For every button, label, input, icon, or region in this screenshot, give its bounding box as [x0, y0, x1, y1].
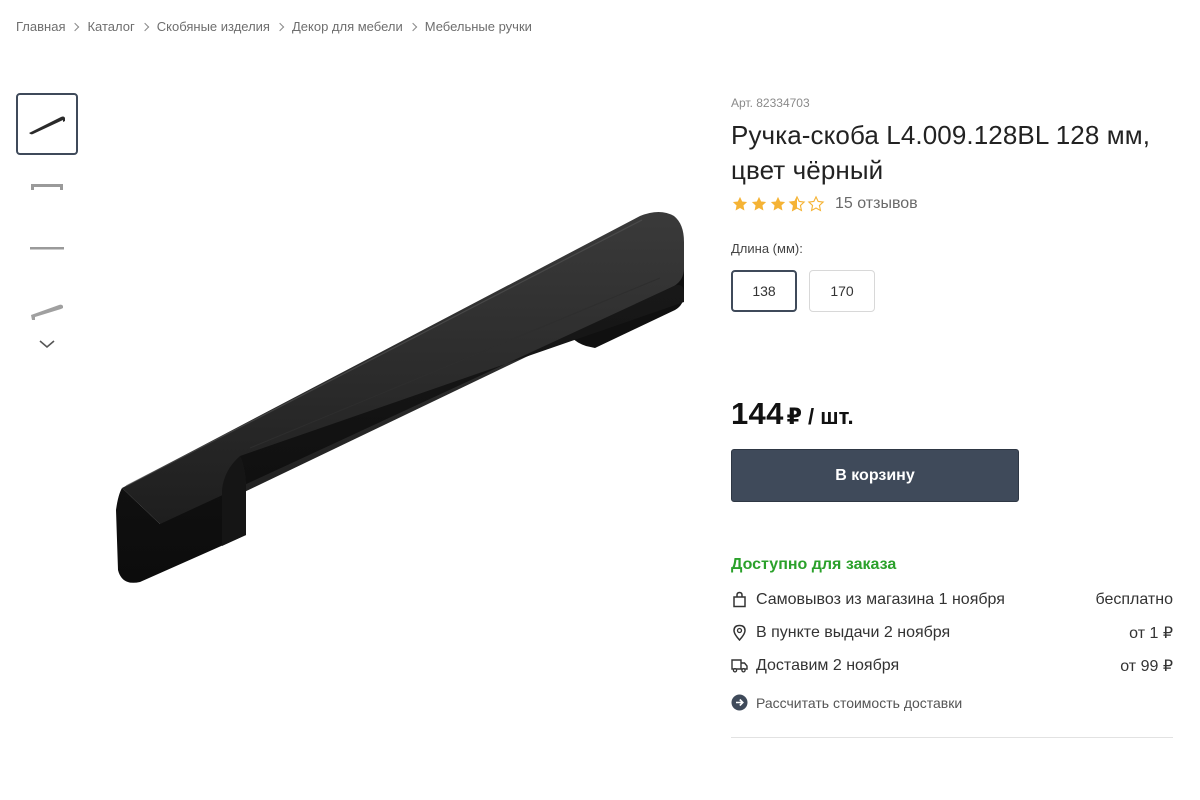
delivery-row-pickup-point: В пункте выдачи 2 ноября от 1 ₽: [731, 616, 1173, 649]
breadcrumb: Главная Каталог Скобяные изделия Декор д…: [16, 19, 532, 34]
price-amount: 144: [731, 396, 784, 431]
shopping-bag-icon: [731, 591, 748, 609]
calculate-delivery-label: Рассчитать стоимость доставки: [756, 694, 963, 711]
rating-stars: [731, 195, 826, 213]
price-unit: ₽ / шт.: [786, 404, 854, 429]
thumbnail-2[interactable]: [16, 155, 78, 217]
map-pin-icon: [731, 624, 748, 642]
product-title-line-2: цвет чёрный: [731, 155, 884, 185]
breadcrumb-hardware[interactable]: Скобяные изделия: [157, 19, 270, 34]
add-to-cart-button[interactable]: В корзину: [731, 449, 1019, 502]
product-main-image[interactable]: [100, 190, 700, 610]
chevron-right-icon: [403, 21, 425, 33]
thumbnail-1[interactable]: [16, 93, 78, 155]
product-title: Ручка-скоба L4.009.128BL 128 мм, цвет чё…: [731, 118, 1173, 188]
star-empty-icon: [807, 195, 825, 212]
product-title-line-1: Ручка-скоба L4.009.128BL 128 мм,: [731, 120, 1151, 150]
length-options: 138 170: [731, 270, 1173, 312]
chevron-right-icon: [135, 21, 157, 33]
chevron-right-icon: [270, 21, 292, 33]
product-sku: Арт. 82334703: [731, 96, 810, 110]
breadcrumb-furniture-decor[interactable]: Декор для мебели: [292, 19, 403, 34]
product-info: Арт. 82334703 Ручка-скоба L4.009.128BL 1…: [731, 96, 1173, 738]
delivery-pickup-point-price: от 1 ₽: [1129, 624, 1173, 642]
delivery-pickup-point-label: В пункте выдачи 2 ноября: [756, 623, 951, 641]
calculate-delivery-link[interactable]: Рассчитать стоимость доставки: [731, 694, 1173, 711]
delivery-row-courier: Доставим 2 ноября от 99 ₽: [731, 649, 1173, 682]
length-option-170[interactable]: 170: [809, 270, 875, 312]
chevron-down-icon: [39, 340, 55, 349]
delivery-courier-price: от 99 ₽: [1120, 657, 1173, 675]
star-full-icon: [751, 196, 767, 211]
chevron-right-icon: [65, 21, 87, 33]
product-rating: 15 отзывов: [731, 195, 1173, 213]
length-option-138[interactable]: 138: [731, 270, 797, 312]
delivery-row-pickup: Самовывоз из магазина 1 ноября бесплатно: [731, 583, 1173, 616]
delivery-pickup-price: бесплатно: [1095, 590, 1174, 608]
delivery-truck-icon: [731, 657, 748, 675]
delivery-pickup-label: Самовывоз из магазина 1 ноября: [756, 590, 1005, 608]
star-half-icon: [788, 195, 806, 212]
delivery-options: Самовывоз из магазина 1 ноября бесплатно…: [731, 583, 1173, 682]
availability-status: Доступно для заказа: [731, 556, 897, 573]
product-price: 144 ₽ / шт.: [731, 396, 1173, 432]
breadcrumb-furniture-handles[interactable]: Мебельные ручки: [425, 19, 532, 34]
handle-thumbnail-image: [30, 247, 64, 250]
thumbnail-3[interactable]: [16, 217, 78, 279]
handle-product-image: [116, 212, 684, 583]
breadcrumb-home[interactable]: Главная: [16, 19, 65, 34]
length-label: Длина (мм):: [731, 241, 803, 256]
breadcrumb-catalog[interactable]: Каталог: [87, 19, 134, 34]
handle-thumbnail-image: [31, 304, 63, 320]
delivery-courier-label: Доставим 2 ноября: [756, 656, 900, 674]
handle-thumbnail-image: [29, 116, 65, 135]
thumbnail-gallery: [16, 93, 78, 359]
arrow-right-circle-icon: [731, 694, 748, 711]
handle-thumbnail-image: [31, 184, 63, 190]
reviews-link[interactable]: 15 отзывов: [835, 195, 918, 213]
divider: [731, 737, 1173, 738]
thumbnails-scroll-down-button[interactable]: [16, 329, 78, 359]
star-full-icon: [770, 196, 786, 211]
star-full-icon: [732, 196, 748, 211]
